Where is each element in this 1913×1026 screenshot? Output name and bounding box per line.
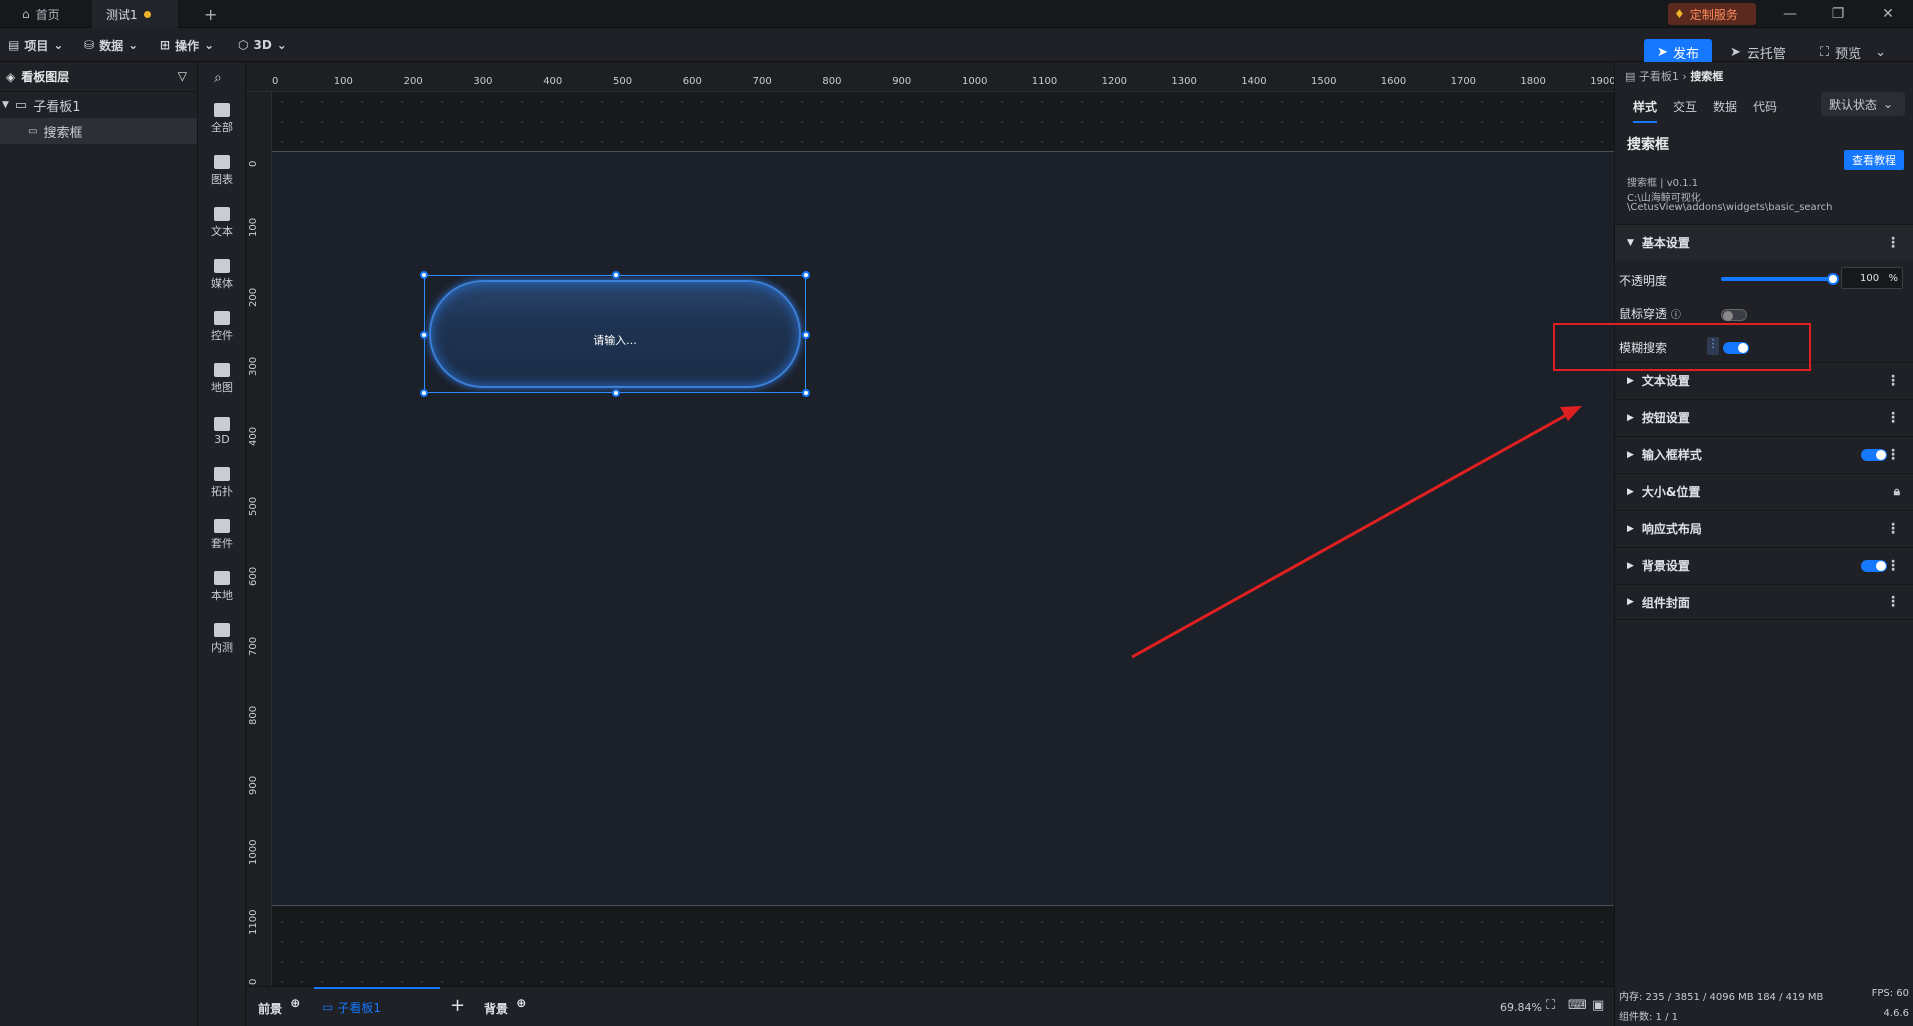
annotation-arrow-icon <box>1131 406 1582 659</box>
